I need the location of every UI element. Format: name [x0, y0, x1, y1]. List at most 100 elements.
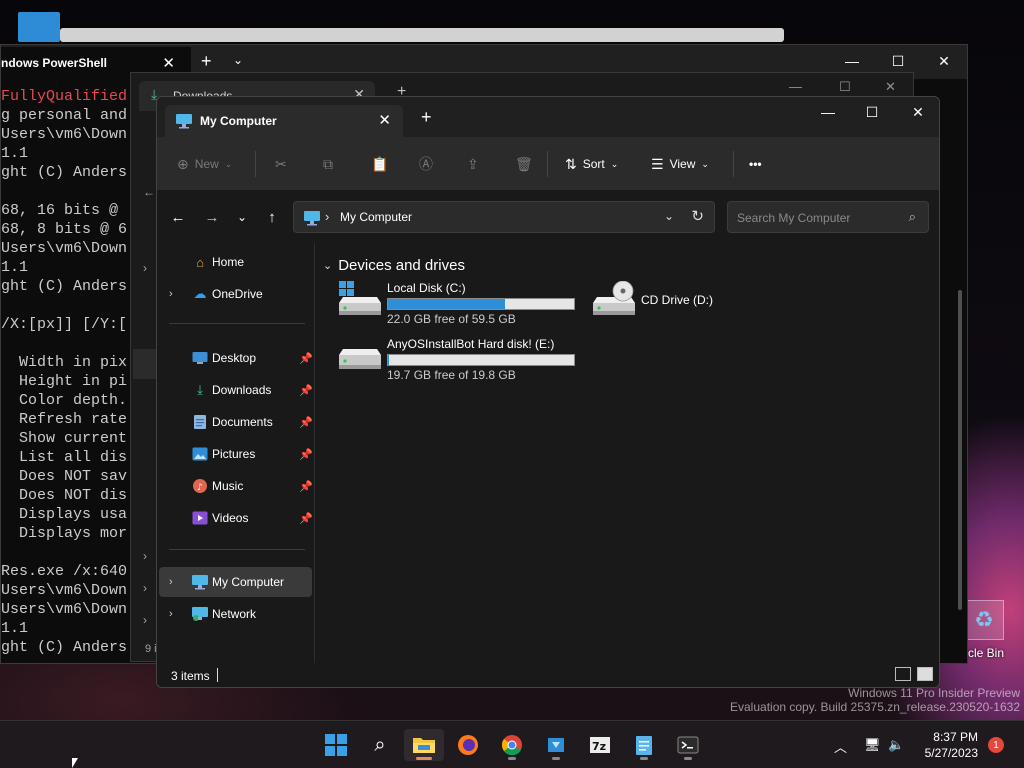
terminal-output[interactable]: FullyQualified g personal and Users\vm6\Do… [1, 87, 127, 657]
close-button[interactable]: ✕ [921, 45, 967, 77]
refresh-icon[interactable]: ↻ [691, 207, 704, 225]
recent-locations-button[interactable]: ⌄ [231, 207, 253, 227]
chevron-right-icon[interactable]: › [143, 549, 147, 563]
sidebar-item-downloads[interactable]: ⤓ Downloads 📌 [159, 375, 313, 405]
drive-item-c[interactable]: Local Disk (C:) 22.0 GB free of 59.5 GB [337, 281, 577, 331]
sidebar-item-videos[interactable]: Videos 📌 [159, 503, 313, 533]
search-button[interactable]: ⌕ [360, 729, 400, 761]
toolbar-divider [733, 151, 734, 177]
forward-button[interactable]: → [201, 207, 223, 227]
collapse-chevron-icon[interactable]: ⌄ [323, 259, 332, 272]
system-clock[interactable]: 8:37 PM 5/27/2023 [925, 729, 978, 761]
breadcrumb-my-computer[interactable]: My Computer [340, 210, 412, 224]
share-button[interactable]: ⇪ [467, 154, 479, 174]
minimize-button[interactable]: — [805, 97, 851, 127]
file-explorer-taskbar-button[interactable] [404, 729, 444, 761]
new-tab-button[interactable]: + [421, 107, 432, 128]
new-tab-button[interactable]: + [201, 51, 212, 72]
recycle-bin-shortcut[interactable]: ♻ cle Bin [960, 596, 1024, 664]
more-options-button[interactable]: ••• [749, 154, 762, 174]
cut-button[interactable]: ✂ [275, 154, 287, 174]
terminal-line: Users\vm6\Down [1, 240, 128, 257]
chevron-right-icon[interactable]: › [143, 261, 147, 275]
close-button[interactable]: ✕ [885, 79, 896, 95]
drive-item-d[interactable]: CD Drive (D:) [591, 280, 751, 331]
drive-item-e[interactable]: AnyOSInstallBot Hard disk! (E:) 19.7 GB … [337, 337, 577, 387]
terminal-line: Height in pi [1, 373, 128, 390]
terminal-line: Width in pix [1, 354, 128, 371]
search-box[interactable]: Search My Computer ⌕ [727, 201, 929, 233]
7zip-taskbar-button[interactable]: 7z [580, 729, 620, 761]
sidebar-item-label: Documents [212, 415, 273, 429]
pin-icon[interactable]: 📌 [299, 512, 313, 525]
firefox-taskbar-button[interactable] [448, 729, 488, 761]
chevron-right-icon[interactable]: › [143, 613, 147, 627]
paste-button[interactable]: 📋 [371, 154, 388, 174]
view-button[interactable]: ☰ View ⌄ [651, 154, 709, 174]
chrome-taskbar-button[interactable] [492, 729, 532, 761]
search-icon: ⌕ [374, 733, 386, 756]
show-hidden-icons-chevron-icon[interactable]: ︿ [834, 737, 847, 756]
start-button[interactable] [316, 729, 356, 761]
address-bar[interactable]: › My Computer ⌄ ↻ [293, 201, 715, 233]
sidebar-item-onedrive[interactable]: › ☁ OneDrive [159, 279, 312, 309]
expand-chevron-icon[interactable]: › [169, 576, 181, 588]
sidebar-item-pictures[interactable]: Pictures 📌 [159, 439, 313, 469]
maximize-button[interactable]: ☐ [839, 79, 851, 95]
pin-icon[interactable]: 📌 [299, 480, 313, 493]
back-button[interactable]: ← [167, 207, 189, 227]
pin-icon[interactable]: 📌 [299, 352, 313, 365]
terminal-line: Displays usa [1, 506, 128, 523]
minimize-button[interactable]: — [789, 79, 802, 94]
sort-button[interactable]: ⇅ Sort ⌄ [565, 154, 618, 174]
expand-chevron-icon[interactable]: › [169, 608, 181, 620]
volume-icon[interactable]: 🔈 [888, 737, 904, 753]
pane-splitter[interactable] [314, 243, 315, 663]
close-tab-icon[interactable]: ✕ [162, 54, 175, 72]
pin-icon[interactable]: 📌 [299, 416, 313, 429]
sidebar-item-music[interactable]: ♪ Music 📌 [159, 471, 313, 501]
clipboard-icon: 📋 [371, 155, 389, 172]
background-window-scrollbar[interactable] [958, 290, 962, 610]
network-status-icon[interactable]: 🖥 [864, 737, 881, 753]
address-dropdown-chevron-icon[interactable]: ⌄ [664, 209, 674, 223]
rename-button[interactable]: Ⓐ [419, 154, 433, 174]
tab-my-computer[interactable]: My Computer ✕ [165, 105, 403, 137]
file-list-pane[interactable]: ⌄ Devices and drives Local Disk (C:) 22.… [317, 243, 939, 663]
breadcrumb-chevron-icon[interactable]: › [325, 209, 329, 224]
expand-chevron-icon[interactable]: › [169, 288, 181, 300]
sidebar-item-label: Music [212, 479, 244, 493]
notification-badge[interactable]: 1 [988, 737, 1004, 753]
maximize-button[interactable]: ☐ [849, 97, 895, 127]
file-explorer-window[interactable]: My Computer ✕ + — ☐ ✕ ⊕ New ⌄ ✂ ⧉ 📋 Ⓐ ⇪ … [156, 96, 940, 688]
new-button[interactable]: ⊕ New ⌄ [177, 154, 232, 174]
delete-button[interactable]: 🗑 [515, 154, 533, 174]
up-button[interactable]: ↑ [261, 207, 283, 227]
chevron-right-icon[interactable]: › [143, 581, 147, 595]
sidebar-item-documents[interactable]: Documents 📌 [159, 407, 313, 437]
terminal-line: 68, 16 bits @ [1, 202, 119, 219]
sidebar-item-network[interactable]: › Network [159, 599, 312, 629]
back-arrow-icon[interactable]: ← [143, 185, 155, 199]
pictures-icon [191, 445, 209, 463]
pin-icon[interactable]: 📌 [299, 448, 313, 461]
copy-button[interactable]: ⧉ [323, 154, 333, 174]
app-taskbar-button[interactable] [536, 729, 576, 761]
chrome-icon [502, 735, 522, 756]
terminal-taskbar-button[interactable] [668, 729, 708, 761]
sidebar-item-home[interactable]: ⌂ Home [159, 247, 312, 277]
tab-dropdown-chevron-icon[interactable]: ⌄ [233, 53, 243, 67]
sidebar-item-desktop[interactable]: Desktop 📌 [159, 343, 313, 373]
close-tab-icon[interactable]: ✕ [378, 111, 391, 129]
close-button[interactable]: ✕ [895, 97, 939, 127]
terminal-line: List all dis [1, 449, 128, 466]
sidebar-item-my-computer[interactable]: › My Computer [159, 567, 312, 597]
pin-icon[interactable]: 📌 [299, 384, 313, 397]
tiles-view-button[interactable] [917, 667, 933, 681]
search-icon[interactable]: ⌕ [909, 209, 916, 225]
terminal-line: Does NOT dis [1, 487, 128, 504]
details-view-button[interactable] [895, 667, 911, 681]
group-header-devices[interactable]: ⌄ Devices and drives [323, 257, 465, 274]
explorer-titlebar[interactable]: My Computer ✕ + — ☐ ✕ [157, 97, 939, 137]
notepad-taskbar-button[interactable] [624, 729, 664, 761]
